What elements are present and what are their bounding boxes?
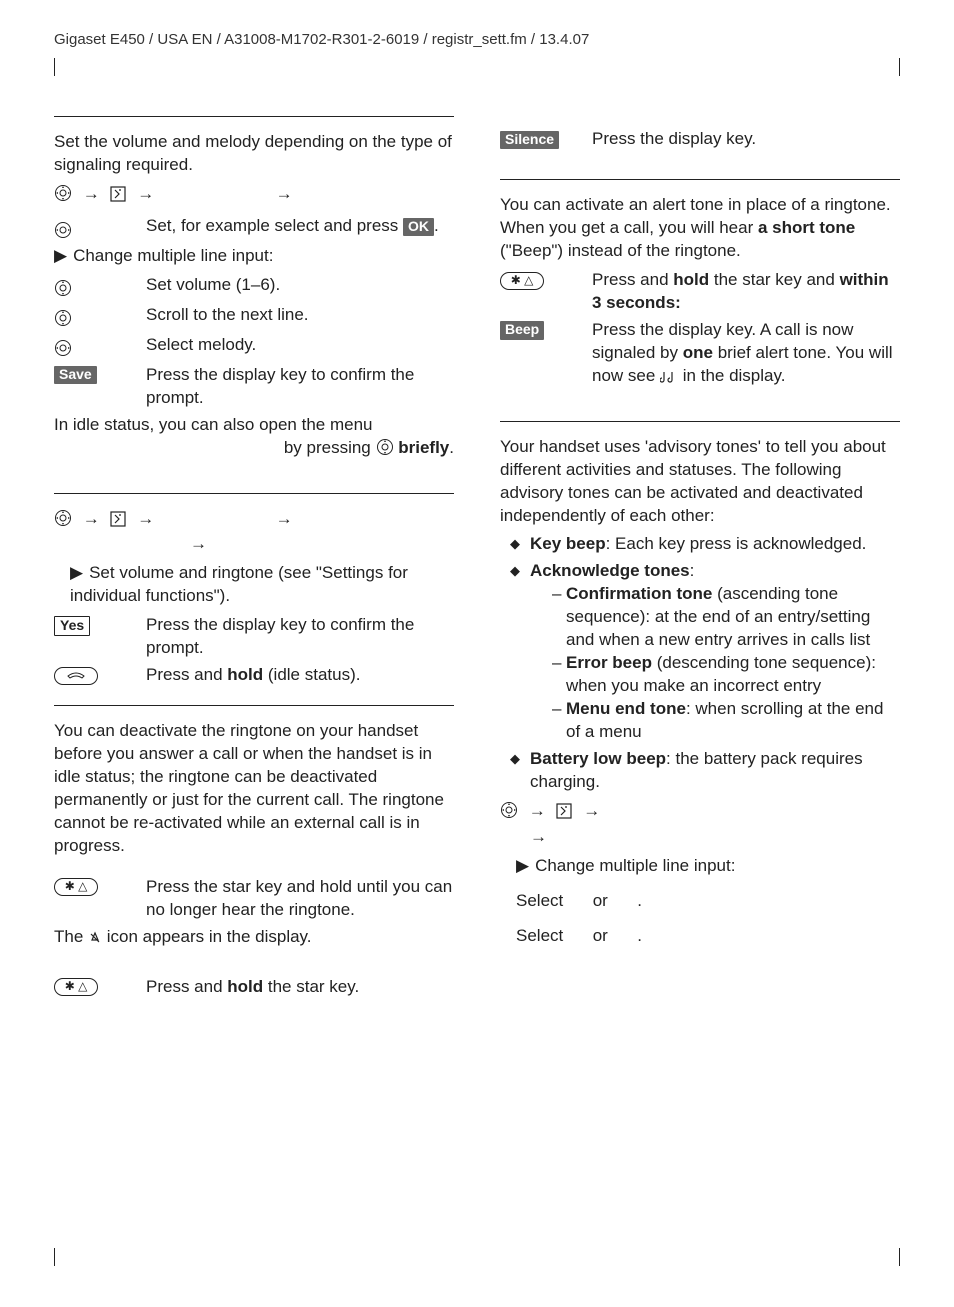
nav-icon — [54, 509, 72, 534]
nav-updown-icon — [54, 277, 72, 300]
sub-confirmation: Confirmation tone (ascending tone sequen… — [552, 583, 900, 652]
section-divider — [54, 116, 454, 117]
nav-lr-icon — [54, 337, 72, 360]
step-yes: Yes Press the display key to confirm the… — [54, 614, 454, 660]
select-row-1: Select or . — [516, 890, 900, 913]
hangup-key-icon — [54, 667, 98, 685]
section-divider — [54, 705, 454, 706]
change-multiline: ▶Change multiple line input: — [54, 245, 454, 268]
step-star-hold: ✱ △ Press and hold the star key and with… — [500, 269, 900, 315]
crop-marks-bottom — [54, 1248, 900, 1266]
icon-appears: The icon appears in the display. — [54, 926, 454, 952]
step-save: Save Press the display key to confirm th… — [54, 364, 454, 410]
step-beep: Beep Press the display key. A call is no… — [500, 319, 900, 391]
sub-error: Error beep (descending tone sequence): w… — [552, 652, 900, 698]
star-key-icon: ✱ △ — [54, 878, 98, 896]
text: . — [434, 216, 439, 235]
settings-box-icon — [110, 511, 126, 534]
section-divider — [54, 493, 454, 494]
deactivate-intro: You can deactivate the ringtone on your … — [54, 720, 454, 858]
bullet-set-volume: ▶Set volume and ringtone (see "Settings … — [70, 562, 454, 608]
alert-tone-intro: You can activate an alert tone in place … — [500, 194, 900, 263]
step-scroll: Scroll to the next line. — [54, 304, 454, 330]
nav-icon — [500, 801, 518, 826]
section-divider — [500, 421, 900, 422]
bell-off-icon — [88, 929, 102, 952]
select-row-2: Select or . — [516, 925, 900, 948]
nav-sequence-2: → → → → — [54, 508, 454, 557]
beep-display-icon — [660, 368, 678, 391]
step-star: ✱ △ Press the star key and hold until yo… — [54, 876, 454, 922]
ok-key: OK — [403, 218, 434, 236]
nav-icon — [376, 438, 394, 463]
sub-menu-end: Menu end tone: when scrolling at the end… — [552, 698, 900, 744]
step-volume: Set volume (1–6). — [54, 274, 454, 300]
nav-sequence-1: → → → — [54, 183, 454, 209]
nav-sequence-3: → → → — [500, 800, 900, 849]
star-key-icon: ✱ △ — [54, 978, 98, 996]
silence-key: Silence — [500, 131, 559, 149]
nav-icon — [54, 184, 72, 209]
section-divider — [500, 179, 900, 180]
step-set-example: Set, for example select and press OK. — [54, 215, 454, 241]
advisory-intro: Your handset uses 'advisory tones' to te… — [500, 436, 900, 528]
text: Set, for example select — [146, 216, 324, 235]
save-key: Save — [54, 366, 97, 384]
content-columns: Set the volume and melody depending on t… — [54, 98, 900, 1218]
step-silence: Silence Press the display key. — [500, 128, 900, 151]
beep-key: Beep — [500, 321, 544, 339]
idle-note: In idle status, you can also open the me… — [54, 414, 454, 463]
crop-marks — [54, 58, 900, 76]
text: and press — [324, 216, 403, 235]
yes-key: Yes — [54, 616, 90, 636]
step-star-2: ✱ △ Press and hold the star key. — [54, 976, 454, 999]
settings-box-icon — [556, 803, 572, 826]
settings-box-icon — [110, 186, 126, 209]
nav-updown-icon — [54, 307, 72, 330]
nav-icon — [54, 218, 72, 241]
step-hangup: Press and hold (idle status). — [54, 664, 454, 687]
advisory-list: Key beep: Each key press is acknowledged… — [500, 533, 900, 793]
intro-paragraph: Set the volume and melody depending on t… — [54, 131, 454, 177]
change-multiline-2: ▶Change multiple line input: — [516, 855, 900, 878]
step-melody: Select melody. — [54, 334, 454, 360]
star-key-icon: ✱ △ — [500, 272, 544, 290]
